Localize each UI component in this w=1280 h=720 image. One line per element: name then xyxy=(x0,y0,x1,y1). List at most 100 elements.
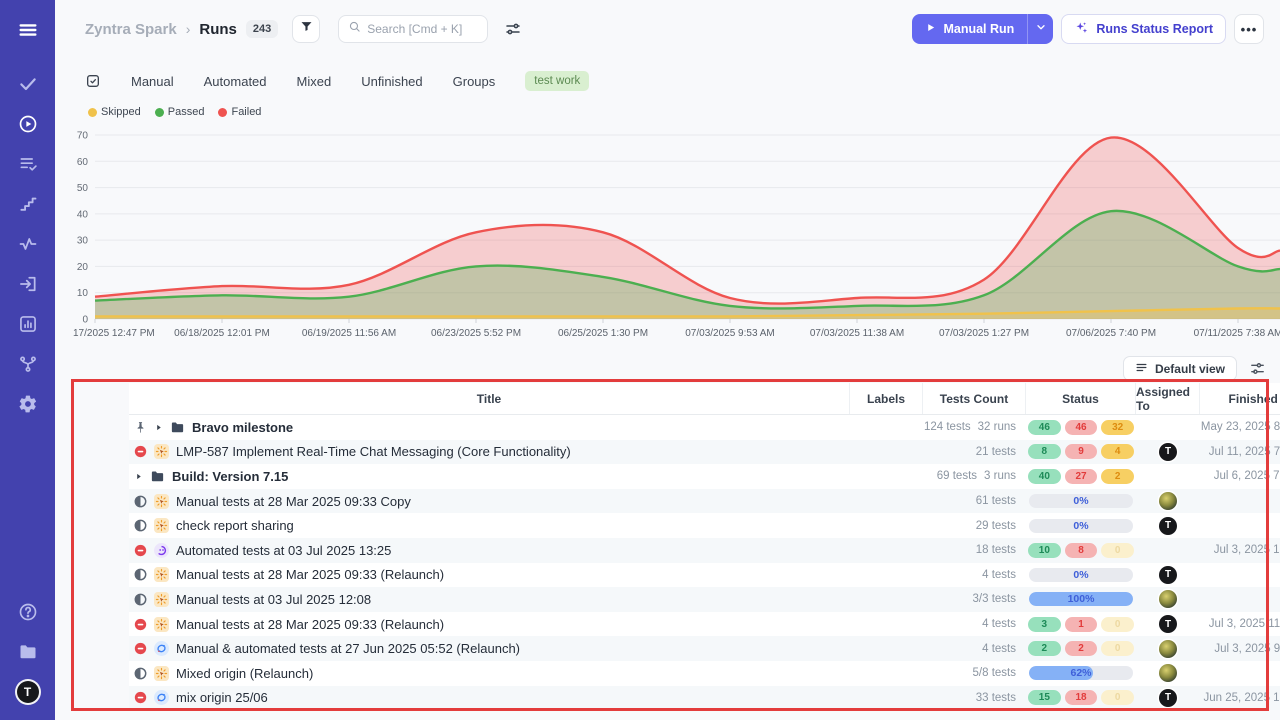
progress-label: 100% xyxy=(1029,592,1133,606)
sidebar-item-branch[interactable] xyxy=(8,344,48,384)
sidebar-item-check[interactable] xyxy=(8,64,48,104)
table-row[interactable]: Manual tests at 03 Jul 2025 12:08 3/3 tes… xyxy=(129,587,1280,612)
table-row[interactable]: Manual tests at 28 Mar 2025 09:33 Copy61… xyxy=(129,489,1280,514)
filter-tabs: Manual Automated Mixed Unfinished Groups test… xyxy=(85,66,589,96)
status-badge-failed: 8 xyxy=(1065,543,1098,558)
run-title[interactable]: Manual tests at 28 Mar 2025 09:33 (Relau… xyxy=(176,567,444,582)
manual-run-dropdown[interactable] xyxy=(1027,14,1053,44)
status-cell: 310 xyxy=(1026,617,1136,632)
pin-icon xyxy=(134,421,147,434)
table-settings-icon[interactable] xyxy=(1249,360,1266,377)
run-title[interactable]: mix origin 25/06 xyxy=(176,690,268,705)
column-header-assigned-to[interactable]: Assigned To xyxy=(1136,383,1200,414)
sidebar-item-gear[interactable] xyxy=(8,384,48,424)
sidebar-item-avatar[interactable]: T xyxy=(8,672,48,712)
search-settings-icon[interactable] xyxy=(504,20,522,38)
sidebar-item-activity[interactable] xyxy=(8,224,48,264)
finished-at-cell: Jun 25, 2025 1:30 PM xyxy=(1200,692,1280,704)
title-cell: Manual tests at 28 Mar 2025 09:33 Copy xyxy=(129,494,850,509)
run-title[interactable]: Mixed origin (Relaunch) xyxy=(176,666,313,681)
svg-text:20: 20 xyxy=(77,262,89,273)
expand-chevron-icon[interactable] xyxy=(134,472,143,481)
svg-text:30: 30 xyxy=(77,236,89,247)
sidebar-item-play-circle[interactable] xyxy=(8,104,48,144)
run-title[interactable]: Manual tests at 03 Jul 2025 12:08 xyxy=(176,592,371,607)
select-runs-icon[interactable] xyxy=(85,73,101,89)
runs-status-report-button[interactable]: Runs Status Report xyxy=(1061,14,1226,44)
table-row[interactable]: Manual tests at 28 Mar 2025 09:33 (Relau… xyxy=(129,612,1280,637)
run-title[interactable]: check report sharing xyxy=(176,518,294,533)
table-row[interactable]: mix origin 25/0633 tests15180TJun 25, 20… xyxy=(129,686,1280,711)
table-row[interactable]: Bravo milestone124 tests32 runs464632May… xyxy=(129,415,1280,440)
breadcrumb-project[interactable]: Zyntra Spark xyxy=(85,21,177,38)
search-icon xyxy=(348,20,361,38)
legend-dot xyxy=(88,108,97,117)
table-row[interactable]: check report sharing29 tests0%T xyxy=(129,513,1280,538)
tab-manual[interactable]: Manual xyxy=(131,74,174,89)
saved-filter-tag[interactable]: test work xyxy=(525,71,589,91)
default-view-label: Default view xyxy=(1155,362,1225,376)
sidebar-item-list-check[interactable] xyxy=(8,144,48,184)
status-badge-failed: 9 xyxy=(1065,444,1098,459)
tab-mixed[interactable]: Mixed xyxy=(297,74,332,89)
table-row[interactable]: Manual & automated tests at 27 Jun 2025 … xyxy=(129,636,1280,661)
run-title[interactable]: Manual tests at 28 Mar 2025 09:33 Copy xyxy=(176,494,411,509)
sidebar-item-folder[interactable] xyxy=(8,632,48,672)
assignee-avatar xyxy=(1159,492,1177,510)
filter-button[interactable] xyxy=(292,15,320,43)
finished-at-cell: May 23, 2025 8:49 AM xyxy=(1200,421,1280,433)
more-options-button[interactable]: ••• xyxy=(1234,14,1264,44)
table-row[interactable]: LMP-587 Implement Real-Time Chat Messagi… xyxy=(129,440,1280,465)
run-title[interactable]: Manual & automated tests at 27 Jun 2025 … xyxy=(176,641,520,656)
tab-automated[interactable]: Automated xyxy=(204,74,267,89)
run-state-stopped-icon xyxy=(134,691,147,704)
svg-text:07/03/2025 11:38 AM: 07/03/2025 11:38 AM xyxy=(810,328,904,339)
run-title[interactable]: Automated tests at 03 Jul 2025 13:25 xyxy=(176,543,391,558)
origin-manual-icon xyxy=(154,494,169,509)
search-box[interactable] xyxy=(338,15,488,43)
list-view-icon xyxy=(1135,361,1148,377)
title-cell: mix origin 25/06 xyxy=(129,690,850,705)
progress-label: 0% xyxy=(1029,494,1133,508)
table-row[interactable]: Automated tests at 03 Jul 2025 13:2518 t… xyxy=(129,538,1280,563)
assigned-to-cell: T xyxy=(1136,517,1200,535)
tab-groups[interactable]: Groups xyxy=(453,74,496,89)
finished-at-cell: Jul 3, 2025 1:27 PM xyxy=(1200,544,1280,556)
status-badge-failed: 27 xyxy=(1065,469,1098,484)
assigned-to-cell: T xyxy=(1136,443,1200,461)
run-title[interactable]: LMP-587 Implement Real-Time Chat Messagi… xyxy=(176,444,571,459)
column-header-status[interactable]: Status xyxy=(1026,383,1136,414)
tests-count-cell: 3/3 tests xyxy=(923,593,1026,605)
run-title[interactable]: Bravo milestone xyxy=(192,420,293,435)
sidebar-item-menu[interactable] xyxy=(8,10,48,50)
runs-count-badge: 243 xyxy=(246,20,278,38)
default-view-button[interactable]: Default view xyxy=(1123,356,1237,381)
sidebar-item-bar-chart[interactable] xyxy=(8,304,48,344)
run-title[interactable]: Build: Version 7.15 xyxy=(172,469,288,484)
svg-text:06/18/2025 12:01 PM: 06/18/2025 12:01 PM xyxy=(174,328,270,339)
column-header-labels[interactable]: Labels xyxy=(850,383,923,414)
origin-manual-icon xyxy=(154,567,169,582)
sidebar-item-steps[interactable] xyxy=(8,184,48,224)
table-row[interactable]: Build: Version 7.1569 tests3 runs40272Ju… xyxy=(129,464,1280,489)
status-badge-passed: 46 xyxy=(1028,420,1061,435)
column-header-title[interactable]: Title xyxy=(129,383,850,414)
status-badge-passed: 8 xyxy=(1028,444,1061,459)
assigned-to-cell: T xyxy=(1136,615,1200,633)
run-title[interactable]: Manual tests at 28 Mar 2025 09:33 (Relau… xyxy=(176,617,444,632)
sidebar-item-sign-in[interactable] xyxy=(8,264,48,304)
sidebar-item-help[interactable] xyxy=(8,592,48,632)
table-row[interactable]: Mixed origin (Relaunch)5/8 tests62% xyxy=(129,661,1280,686)
expand-chevron-icon[interactable] xyxy=(154,423,163,432)
manual-run-button[interactable]: Manual Run xyxy=(912,14,1027,44)
table-row[interactable]: Manual tests at 28 Mar 2025 09:33 (Relau… xyxy=(129,563,1280,588)
run-state-stopped-icon xyxy=(134,544,147,557)
column-header-finished-at[interactable]: Finished At xyxy=(1200,383,1280,414)
origin-mixed-icon xyxy=(154,690,169,705)
status-badge-passed: 2 xyxy=(1028,641,1061,656)
tab-unfinished[interactable]: Unfinished xyxy=(361,74,422,89)
column-header-tests-count[interactable]: Tests Count xyxy=(923,383,1026,414)
search-input[interactable] xyxy=(367,22,478,36)
finished-at-cell: Jul 11, 2025 7:38 AM xyxy=(1200,446,1280,458)
manual-run-split-button: Manual Run xyxy=(912,14,1053,44)
